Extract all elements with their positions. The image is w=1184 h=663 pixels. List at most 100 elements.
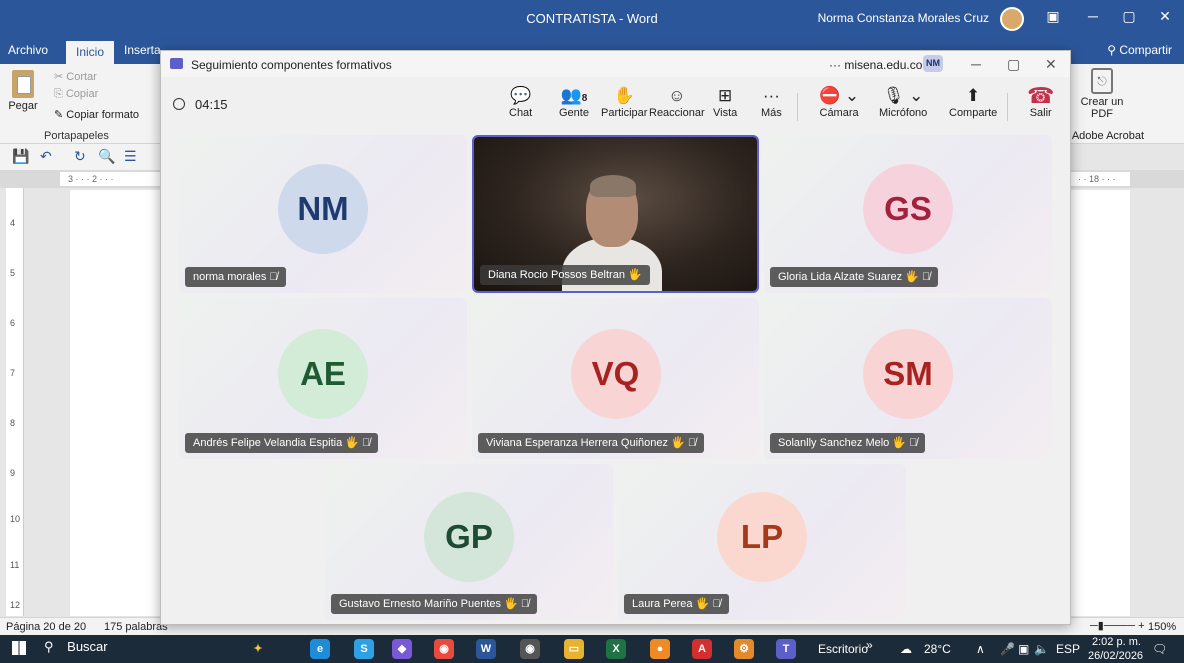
close-icon[interactable]: ✕	[1154, 8, 1176, 28]
share-screen-button[interactable]: ⬆ Comparte	[949, 85, 997, 119]
print-preview-icon[interactable]: 🔍	[98, 148, 115, 165]
mic-button[interactable]: 🎙 ⌄ Micrófono	[879, 85, 927, 119]
leave-label: Salir	[1029, 107, 1052, 119]
hand-icon: ✋	[613, 86, 635, 105]
restore-icon[interactable]: ▢	[1118, 8, 1140, 28]
vruler-mark: 5	[10, 268, 16, 278]
volume-icon[interactable]: 🔈	[1034, 642, 1049, 656]
word-app-icon[interactable]: W	[476, 639, 496, 659]
more-button[interactable]: ··· Más	[761, 85, 782, 119]
language-indicator[interactable]: ESP	[1056, 642, 1080, 656]
taskbar-search[interactable]: ⚲ Buscar	[44, 639, 244, 659]
hand-raised-icon: 🖐	[905, 271, 919, 283]
participant-name: norma morales	[193, 271, 267, 283]
format-painter-button[interactable]: ✎ Copiar formato	[54, 108, 139, 121]
grid-icon: ⊞	[718, 86, 733, 105]
timer-value: 04:15	[195, 97, 228, 112]
hand-raised-icon: 🖐	[695, 598, 710, 610]
react-button[interactable]: ☺ Reaccionar	[649, 85, 705, 119]
acrobat-icon[interactable]: A	[692, 639, 712, 659]
participant-tile-video[interactable]: Diana Rocio Possos Beltran 🖐	[472, 135, 759, 293]
raise-hand-button[interactable]: ✋ Participar	[601, 85, 647, 119]
bullets-icon[interactable]: ☰	[124, 148, 137, 165]
weather-icon[interactable]: ☁	[900, 642, 912, 656]
cut-label: Cortar	[66, 71, 97, 83]
network-icon[interactable]: ▣	[1018, 642, 1029, 656]
name-plate: Gloria Lida Alzate Suarez 🖐 🎙̸	[770, 267, 939, 287]
clock-date[interactable]: 26/02/2026	[1088, 650, 1143, 662]
camera-button[interactable]: ⛔ ⌄ Cámara	[819, 85, 859, 119]
chrome-icon[interactable]: ◉	[434, 639, 454, 659]
tab-inicio[interactable]: Inicio	[66, 41, 115, 65]
copy-button[interactable]: ⎘ Copiar	[54, 88, 98, 101]
document-page[interactable]	[70, 190, 165, 616]
participant-tile-gp[interactable]: GP Gustavo Ernesto Mariño Puentes 🖐 🎙̸	[325, 464, 613, 620]
chevron-right-icon[interactable]: »	[866, 638, 873, 652]
mic-tray-icon[interactable]: 🎤	[1000, 642, 1015, 656]
organization-domain[interactable]: ··· misena.edu.co	[829, 58, 922, 72]
clock-time[interactable]: 2:02 p. m.	[1092, 636, 1141, 648]
user-avatar[interactable]	[1000, 7, 1024, 31]
ribbon-display-icon[interactable]: ▣	[1042, 8, 1064, 28]
excel-icon[interactable]: X	[606, 639, 626, 659]
user-name[interactable]: Norma Constanza Morales Cruz	[818, 11, 989, 25]
participant-tile-sm[interactable]: SM Solanlly Sanchez Melo 🖐 🎙̸	[764, 298, 1052, 459]
notifications-icon[interactable]: 🗨	[1152, 642, 1167, 656]
camera-off-icon: ⛔ ⌄	[819, 86, 860, 105]
participant-tile-vq[interactable]: VQ Viviana Esperanza Herrera Quiñonez 🖐 …	[472, 298, 759, 459]
people-button[interactable]: 👥8 Gente	[559, 85, 589, 119]
cut-button[interactable]: ✂ Cortar	[54, 70, 97, 83]
settings-icon[interactable]: ⚙	[734, 639, 754, 659]
page-count[interactable]: Página 20 de 20	[6, 621, 86, 633]
chat-button[interactable]: 💬 Chat	[509, 85, 532, 119]
create-pdf-button[interactable]: ⎋ Crear un PDF	[1072, 68, 1132, 120]
teams-minimize-icon[interactable]: ─	[971, 56, 981, 72]
windows-start-icon[interactable]	[12, 641, 26, 655]
app-icon[interactable]: ◆	[392, 639, 412, 659]
mic-label: Micrófono	[879, 107, 928, 119]
mic-muted-icon: 🎙̸	[687, 437, 697, 449]
tab-insertar[interactable]: Inserta	[124, 43, 161, 57]
account-avatar[interactable]: NM	[923, 55, 943, 72]
tab-archivo[interactable]: Archivo	[8, 43, 48, 57]
participant-name: Laura Perea	[632, 598, 693, 610]
teams-meeting-window: Seguimiento componentes formativos ··· m…	[160, 50, 1071, 625]
skype-icon[interactable]: S	[354, 639, 374, 659]
participant-tile-nm[interactable]: NM norma morales 🎙̸	[179, 135, 467, 293]
people-label: Gente	[559, 107, 589, 119]
edge-icon[interactable]: e	[310, 639, 330, 659]
mic-muted-icon: 🎙̸	[269, 271, 278, 283]
participant-tile-ae[interactable]: AE Andrés Felipe Velandia Espitia 🖐 🎙̸	[179, 298, 467, 459]
name-plate: Laura Perea 🖐 🎙̸	[624, 594, 729, 614]
desktop-label[interactable]: Escritorio	[818, 642, 868, 656]
redo-icon[interactable]: ↻	[74, 148, 86, 165]
avatar: AE	[278, 328, 368, 419]
toolbar-divider	[1007, 93, 1008, 121]
view-button[interactable]: ⊞ Vista	[713, 85, 737, 119]
firefox-icon[interactable]: ●	[650, 639, 670, 659]
share-button[interactable]: ⚲ Compartir	[1107, 43, 1172, 57]
paste-button[interactable]: Pegar	[6, 68, 40, 112]
word-count[interactable]: 175 palabras	[104, 621, 168, 633]
file-explorer-icon[interactable]: ▭	[564, 639, 584, 659]
leave-button[interactable]: ☎ Salir	[1027, 85, 1054, 120]
teams-close-icon[interactable]: ✕	[1045, 56, 1057, 73]
teams-maximize-icon[interactable]: ▢	[1007, 56, 1020, 73]
save-icon[interactable]: 💾	[12, 148, 29, 165]
avatar: VQ	[570, 328, 661, 419]
minimize-icon[interactable]: ─	[1082, 8, 1104, 28]
temperature[interactable]: 28°C	[924, 642, 951, 656]
participant-name: Gloria Lida Alzate Suarez	[778, 271, 903, 283]
teams-icon[interactable]: T	[776, 639, 796, 659]
participant-tile-lp[interactable]: LP Laura Perea 🖐 🎙̸	[618, 464, 906, 620]
document-page-right[interactable]	[1070, 190, 1130, 616]
zoom-slider[interactable]: ─▮──── +	[1090, 619, 1145, 632]
participant-tile-gs[interactable]: GS Gloria Lida Alzate Suarez 🖐 🎙̸	[764, 135, 1052, 293]
chrome-profile-icon[interactable]: ◉	[520, 639, 540, 659]
avatar: GS	[863, 164, 953, 254]
zoom-level[interactable]: 150%	[1148, 621, 1176, 633]
chevron-up-icon[interactable]: ∧	[976, 642, 985, 656]
copilot-sparkle-icon[interactable]: ✦	[248, 639, 268, 659]
undo-icon[interactable]: ↶	[40, 148, 52, 165]
copy-label: Copiar	[65, 88, 99, 100]
